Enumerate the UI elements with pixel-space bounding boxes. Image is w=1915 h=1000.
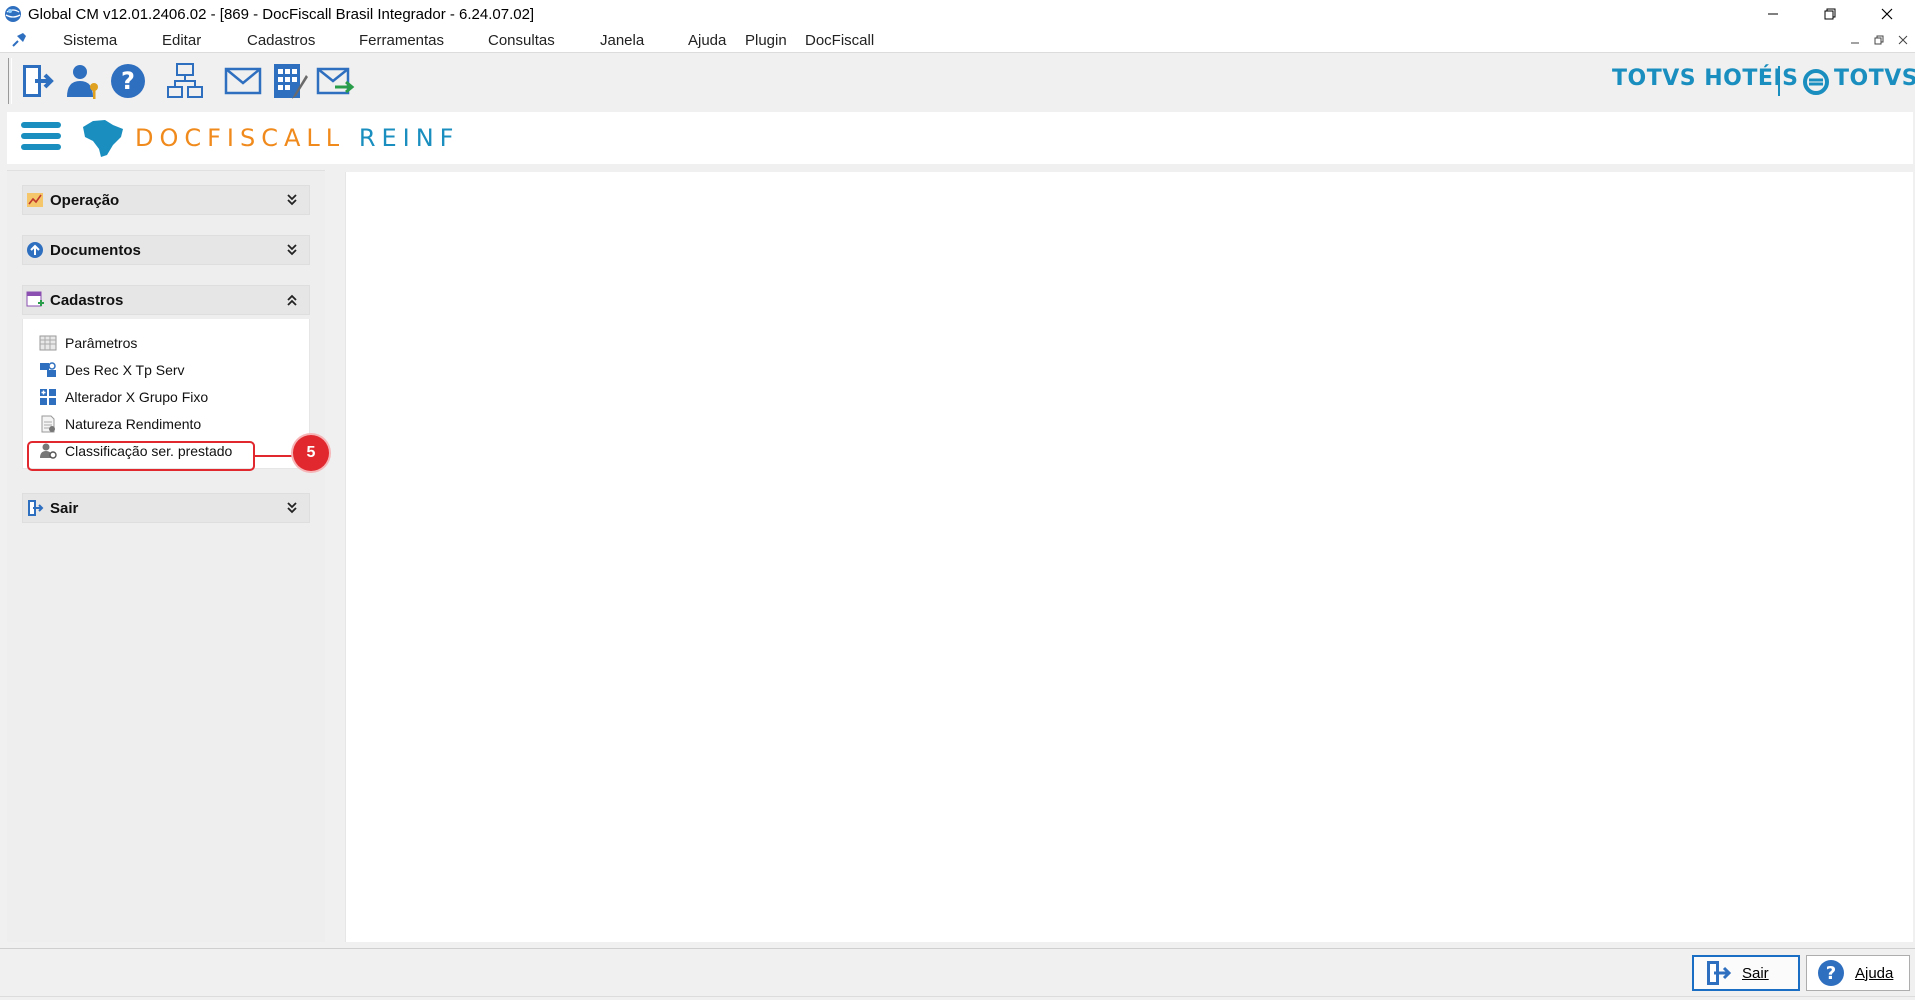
menu-docfiscall[interactable]: DocFiscall xyxy=(805,32,874,49)
app-header: DOCFISCALL REINF xyxy=(7,112,1913,164)
menu-consultas[interactable]: Consultas xyxy=(488,32,555,49)
toolbar-mail-button[interactable] xyxy=(222,58,264,104)
envelope-icon xyxy=(224,67,262,95)
product-title-part1: DOCFISCALL xyxy=(135,124,346,152)
toolbar-send-mail-button[interactable] xyxy=(314,58,356,104)
sidebar-item-label: Des Rec X Tp Serv xyxy=(65,362,185,378)
exit-door-icon xyxy=(1707,961,1732,985)
sidebar-section-documentos[interactable]: Documentos xyxy=(22,235,310,265)
sair-button[interactable]: Sair xyxy=(1692,955,1800,991)
svg-text:?: ? xyxy=(121,67,135,95)
close-icon xyxy=(1898,35,1908,45)
mdi-close-button[interactable] xyxy=(1895,32,1911,48)
table-add-icon xyxy=(26,291,44,307)
sidebar-item-label: Alterador X Grupo Fixo xyxy=(65,389,209,405)
sidebar-section-label: Documentos xyxy=(50,241,141,259)
chevron-double-down-icon xyxy=(287,502,297,514)
sidebar-section-label: Sair xyxy=(50,499,79,517)
menu-sistema[interactable]: Sistema xyxy=(63,32,117,49)
product-title: DOCFISCALL REINF xyxy=(135,124,460,152)
globe-app-icon xyxy=(5,6,21,22)
step-callout-badge: 5 xyxy=(293,435,329,471)
sidebar: Operação Documentos Cadastros Parâmetros… xyxy=(7,170,329,942)
menu-ferramentas[interactable]: Ferramentas xyxy=(359,32,444,49)
sidebar-section-operacao[interactable]: Operação xyxy=(22,185,310,215)
brand-totvs: TOTVS xyxy=(1834,66,1915,91)
main-content-area xyxy=(345,172,1913,942)
brazil-map-icon xyxy=(83,120,123,157)
toolbar-grip[interactable] xyxy=(8,58,12,104)
hamburger-menu-icon[interactable] xyxy=(21,122,61,156)
restore-icon xyxy=(1874,35,1884,45)
close-button[interactable] xyxy=(1858,0,1915,28)
sidebar-item-parametros[interactable]: Parâmetros xyxy=(39,331,137,355)
ajuda-button[interactable]: ? Ajuda xyxy=(1806,955,1910,991)
envelope-send-icon xyxy=(316,67,355,95)
help-icon: ? xyxy=(111,64,145,98)
close-icon xyxy=(1881,8,1892,20)
menu-cadastros[interactable]: Cadastros xyxy=(247,32,315,49)
calculator-pencil-icon xyxy=(274,64,308,99)
service-link-icon xyxy=(40,362,56,377)
title-bar: Global CM v12.01.2406.02 - [869 - DocFis… xyxy=(0,0,1915,28)
sidebar-section-label: Operação xyxy=(50,191,120,209)
sidebar-item-natureza[interactable]: Natureza Rendimento xyxy=(39,412,201,436)
chevron-double-down-icon xyxy=(287,194,297,206)
status-bottom-strip xyxy=(0,996,1915,1000)
ajuda-button-label: Ajuda xyxy=(1855,964,1894,982)
mdi-restore-button[interactable] xyxy=(1871,32,1887,48)
toolbar-exit-button[interactable] xyxy=(17,58,59,104)
sair-button-label: Sair xyxy=(1742,964,1769,982)
menu-editar[interactable]: Editar xyxy=(162,32,201,49)
restore-icon xyxy=(1824,8,1835,20)
status-bar: Sair ? Ajuda xyxy=(0,948,1915,1000)
network-diagram-icon xyxy=(167,63,203,98)
sidebar-section-sair[interactable]: Sair xyxy=(22,493,310,523)
help-icon: ? xyxy=(1818,960,1844,986)
window-title: Global CM v12.01.2406.02 - [869 - DocFis… xyxy=(28,5,535,23)
sidebar-item-alterador[interactable]: Alterador X Grupo Fixo xyxy=(39,385,208,409)
exit-door-icon xyxy=(23,65,54,97)
sidebar-item-label: Natureza Rendimento xyxy=(65,416,202,432)
callout-connector xyxy=(255,455,293,457)
toolbar-help-button[interactable]: ? xyxy=(107,58,149,104)
brand-totvs-hoteis: TOTVS HOTÉIS xyxy=(1612,66,1799,91)
operation-chart-icon xyxy=(27,193,43,207)
product-title-part2: REINF xyxy=(358,124,460,152)
toolbar-network-button[interactable] xyxy=(164,58,206,104)
mdi-minimize-button[interactable] xyxy=(1847,32,1863,48)
minimize-button[interactable] xyxy=(1744,0,1801,28)
grid-group-icon xyxy=(40,389,56,405)
chevron-double-down-icon xyxy=(287,244,297,256)
restore-button[interactable] xyxy=(1801,0,1858,28)
toolbar-calculator-button[interactable] xyxy=(269,58,311,104)
menu-bar: Sistema Editar Cadastros Ferramentas Con… xyxy=(0,28,1915,53)
totvs-logo-icon xyxy=(1803,69,1829,95)
svg-text:?: ? xyxy=(1826,963,1836,984)
exit-door-icon xyxy=(28,500,44,516)
grid-table-icon xyxy=(39,335,57,351)
sidebar-section-cadastros[interactable]: Cadastros xyxy=(22,285,310,315)
menu-janela[interactable]: Janela xyxy=(600,32,644,49)
brand-divider xyxy=(1778,66,1780,96)
highlight-box xyxy=(27,441,255,471)
chevron-double-up-icon xyxy=(287,294,297,306)
menu-plugin[interactable]: Plugin xyxy=(745,32,787,49)
minimize-icon xyxy=(1851,42,1859,44)
minimize-icon xyxy=(1767,13,1778,15)
user-key-icon xyxy=(67,65,98,99)
upload-circle-icon xyxy=(27,242,43,258)
toolbar-user-key-button[interactable] xyxy=(62,58,104,104)
menu-ajuda[interactable]: Ajuda xyxy=(688,32,726,49)
sidebar-item-des-rec[interactable]: Des Rec X Tp Serv xyxy=(39,358,185,382)
sidebar-item-label: Parâmetros xyxy=(65,335,138,351)
document-icon xyxy=(41,415,55,433)
sidebar-section-label: Cadastros xyxy=(50,291,124,309)
pushpin-icon[interactable] xyxy=(9,30,29,50)
toolbar: ? TOTVS HOTÉIS TOTVS xyxy=(0,54,1915,110)
